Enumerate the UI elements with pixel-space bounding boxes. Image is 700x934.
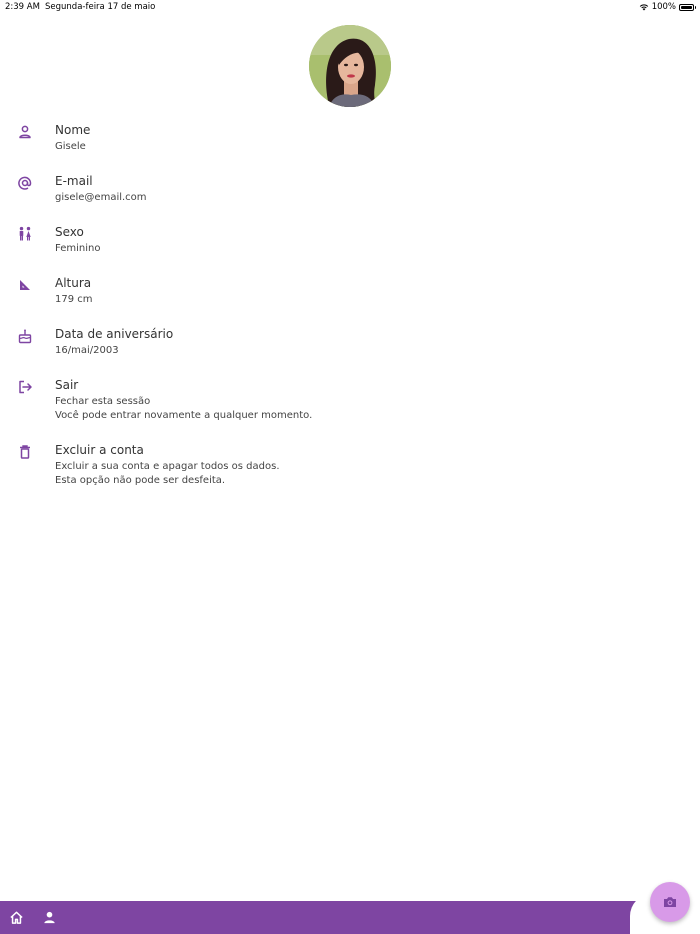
item-title: Altura (55, 276, 92, 290)
item-value: Gisele (55, 141, 86, 152)
item-description-line-2: Esta opção não pode ser desfeita. (55, 475, 226, 486)
battery-icon (679, 3, 696, 11)
item-title: Data de aniversário (55, 327, 174, 341)
camera-icon (664, 897, 676, 907)
item-title: Nome (55, 123, 91, 137)
item-title: Sair (55, 378, 79, 392)
status-time: 2:39 AM (5, 2, 40, 12)
item-description-line-1: Fechar esta sessão (55, 396, 151, 407)
gender-icon (16, 225, 34, 243)
profile-photo (309, 25, 391, 107)
item-description-line-2: Você pode entrar novamente a qualquer mo… (55, 410, 313, 421)
item-value: Feminino (55, 243, 101, 254)
status-indicators: 100% (639, 0, 696, 14)
trash-icon (16, 443, 34, 461)
item-value: 179 cm (55, 294, 93, 305)
item-description-line-1: Excluir a sua conta e apagar todos os da… (55, 461, 280, 472)
person-icon[interactable] (42, 910, 57, 925)
battery-percent: 100% (651, 2, 676, 12)
bottom-navigation-bar (0, 901, 700, 934)
item-value: gisele@email.com (55, 192, 147, 203)
camera-button[interactable] (650, 882, 690, 922)
profile-screen: 2:39 AM Segunda-feira 17 de maio 100% No… (0, 0, 700, 934)
wifi-icon (639, 4, 648, 11)
at-icon (16, 174, 34, 192)
cake-icon (16, 327, 34, 345)
item-title: E-mail (55, 174, 93, 188)
ruler-triangle-icon (16, 276, 34, 294)
status-bar: 2:39 AM Segunda-feira 17 de maio 100% (0, 0, 700, 14)
item-title: Sexo (55, 225, 84, 239)
avatar[interactable] (309, 25, 391, 107)
item-title: Excluir a conta (55, 443, 144, 457)
home-icon[interactable] (9, 910, 24, 925)
person-icon (16, 123, 34, 141)
logout-icon (16, 378, 34, 396)
item-value: 16/mai/2003 (55, 345, 119, 356)
status-date: Segunda-feira 17 de maio (45, 2, 156, 12)
